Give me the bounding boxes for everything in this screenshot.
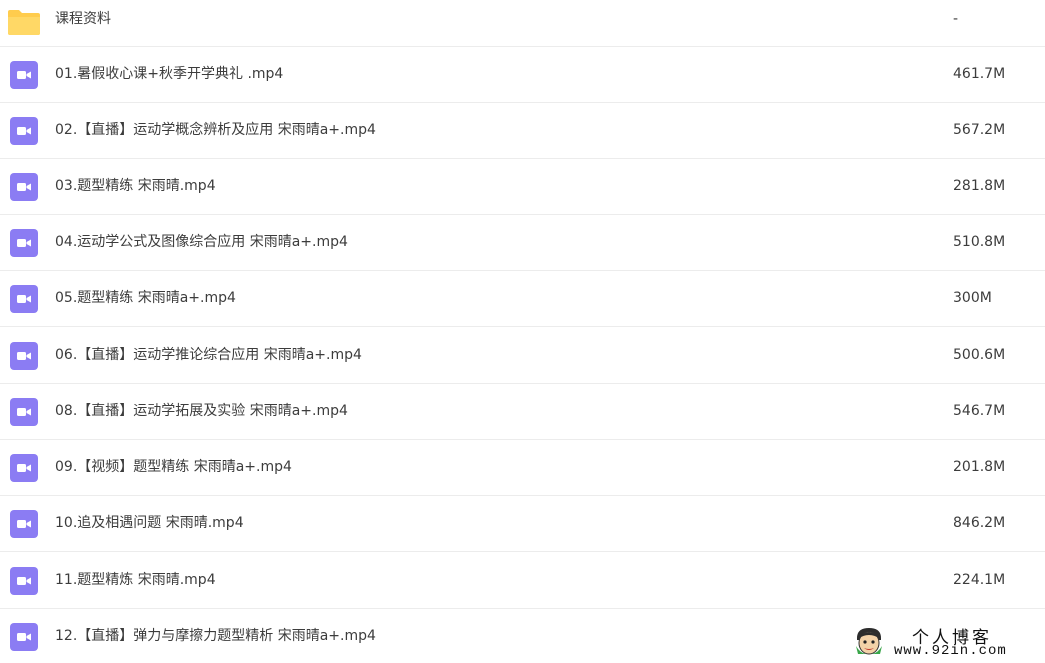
list-item[interactable]: 01.暑假收心课+秋季开学典礼 .mp4 461.7M	[0, 47, 1045, 103]
video-file-icon	[10, 510, 38, 538]
list-item[interactable]: 03.题型精练 宋雨晴.mp4 281.8M	[0, 159, 1045, 215]
list-item[interactable]: 04.运动学公式及图像综合应用 宋雨晴a+.mp4 510.8M	[0, 215, 1045, 271]
file-size: 546.7M	[953, 403, 1006, 419]
list-item[interactable]: 10.追及相遇问题 宋雨晴.mp4 846.2M	[0, 496, 1045, 552]
video-file-icon	[10, 567, 38, 595]
file-size: 567.2M	[953, 122, 1006, 138]
file-name[interactable]: 课程资料	[55, 9, 111, 29]
list-item[interactable]: 06.【直播】运动学推论综合应用 宋雨晴a+.mp4 500.6M	[0, 328, 1045, 384]
file-size: 281.8M	[953, 178, 1006, 194]
file-name[interactable]: 04.运动学公式及图像综合应用 宋雨晴a+.mp4	[55, 232, 348, 252]
row-divider	[0, 326, 1045, 327]
file-name[interactable]: 02.【直播】运动学概念辨析及应用 宋雨晴a+.mp4	[55, 120, 376, 140]
folder-icon	[8, 10, 40, 35]
list-item[interactable]: 09.【视频】题型精练 宋雨晴a+.mp4 201.8M	[0, 440, 1045, 496]
list-item[interactable]: 08.【直播】运动学拓展及实验 宋雨晴a+.mp4 546.7M	[0, 384, 1045, 440]
watermark-url: www.92in.com	[894, 643, 1007, 659]
file-size: 500.6M	[953, 347, 1006, 363]
list-item[interactable]: 课程资料 -	[0, 0, 1045, 47]
cartoon-face-icon	[856, 628, 882, 655]
file-name[interactable]: 06.【直播】运动学推论综合应用 宋雨晴a+.mp4	[55, 345, 362, 365]
file-size: 300M	[953, 290, 992, 306]
file-size: 510.8M	[953, 234, 1006, 250]
row-divider	[0, 551, 1045, 552]
video-file-icon	[10, 61, 38, 89]
file-size: 201.8M	[953, 459, 1006, 475]
file-size: -	[953, 11, 959, 27]
video-file-icon	[10, 623, 38, 651]
file-name[interactable]: 10.追及相遇问题 宋雨晴.mp4	[55, 513, 244, 533]
list-item[interactable]: 11.题型精炼 宋雨晴.mp4 224.1M	[0, 553, 1045, 609]
video-file-icon	[10, 342, 38, 370]
file-size: 461.7M	[953, 66, 1006, 82]
video-file-icon	[10, 173, 38, 201]
file-name[interactable]: 12.【直播】弹力与摩擦力题型精析 宋雨晴a+.mp4	[55, 626, 376, 646]
video-file-icon	[10, 117, 38, 145]
file-name[interactable]: 03.题型精练 宋雨晴.mp4	[55, 176, 216, 196]
file-name[interactable]: 05.题型精练 宋雨晴a+.mp4	[55, 288, 236, 308]
video-file-icon	[10, 229, 38, 257]
video-file-icon	[10, 454, 38, 482]
file-name[interactable]: 01.暑假收心课+秋季开学典礼 .mp4	[55, 64, 283, 84]
file-name[interactable]: 09.【视频】题型精练 宋雨晴a+.mp4	[55, 457, 292, 477]
video-file-icon	[10, 398, 38, 426]
video-file-icon	[10, 285, 38, 313]
list-item[interactable]: 02.【直播】运动学概念辨析及应用 宋雨晴a+.mp4 567.2M	[0, 103, 1045, 159]
file-name[interactable]: 11.题型精炼 宋雨晴.mp4	[55, 570, 216, 590]
file-name[interactable]: 08.【直播】运动学拓展及实验 宋雨晴a+.mp4	[55, 401, 348, 421]
list-item[interactable]: 05.题型精练 宋雨晴a+.mp4 300M	[0, 271, 1045, 327]
file-size: 846.2M	[953, 515, 1006, 531]
file-size: 224.1M	[953, 572, 1006, 588]
watermark: 个人博客 www.92in.com	[850, 622, 1040, 662]
